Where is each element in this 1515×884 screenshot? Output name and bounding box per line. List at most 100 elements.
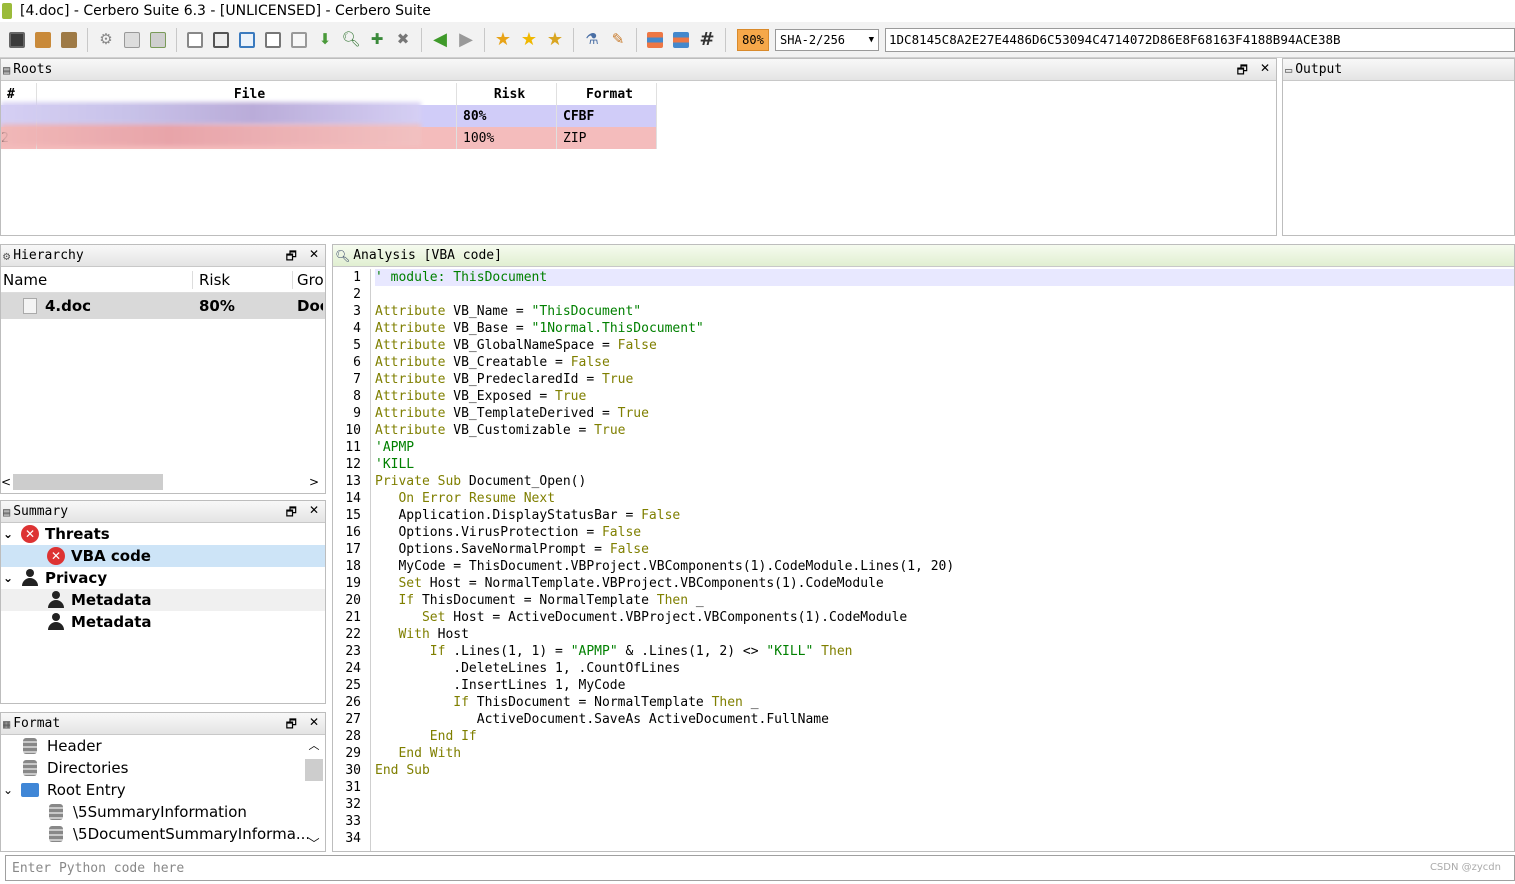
line-number: 13 bbox=[345, 474, 361, 489]
output-panel-header: ▭ Output bbox=[1283, 59, 1514, 81]
line-number: 22 bbox=[345, 627, 361, 642]
format-item-document-summary-information[interactable]: \5DocumentSummaryInforma... bbox=[1, 823, 325, 845]
hierarchy-item-name: 4.doc bbox=[45, 297, 92, 315]
undock-icon[interactable]: 🗗 bbox=[286, 503, 297, 524]
line-number: 27 bbox=[345, 712, 361, 727]
line-number: 15 bbox=[345, 508, 361, 523]
summary-item-metadata[interactable]: Metadata bbox=[1, 611, 325, 633]
horizontal-scrollbar[interactable]: < > bbox=[1, 473, 323, 491]
color-bars-alt-icon[interactable] bbox=[670, 29, 692, 51]
line-number: 34 bbox=[345, 831, 361, 846]
back-arrow-icon[interactable]: ◀ bbox=[429, 29, 451, 51]
document-add-icon[interactable] bbox=[147, 29, 169, 51]
line-number: 28 bbox=[345, 729, 361, 744]
save-icon[interactable] bbox=[6, 29, 28, 51]
scrollbar-thumb[interactable] bbox=[13, 474, 163, 490]
hash-value-field[interactable]: 1DC8145C8A2E27E4486D6C53094C4714072D86E8… bbox=[885, 27, 1515, 52]
close-icon[interactable]: ✕ bbox=[309, 503, 319, 524]
summary-item-privacy[interactable]: ⌄ Privacy bbox=[1, 567, 325, 589]
format-item-label: Directories bbox=[47, 759, 129, 777]
color-bars-icon[interactable] bbox=[644, 29, 666, 51]
document-icon[interactable] bbox=[121, 29, 143, 51]
star-list-icon[interactable]: ★ bbox=[544, 29, 566, 51]
line-number: 3 bbox=[353, 304, 361, 319]
collapse-chevron-icon[interactable]: ⌄ bbox=[1, 571, 21, 585]
user-icon bbox=[47, 591, 65, 609]
vertical-scrollbar[interactable]: ︿ ﹀ bbox=[305, 737, 323, 851]
close-icon[interactable]: ✕ bbox=[309, 247, 319, 268]
summary-icon: ▤ bbox=[3, 504, 11, 519]
summary-item-label: Metadata bbox=[71, 591, 152, 609]
frame-alt-icon[interactable] bbox=[288, 29, 310, 51]
download-icon[interactable]: ⬇ bbox=[314, 29, 336, 51]
format-item-summary-information[interactable]: \5SummaryInformation bbox=[1, 801, 325, 823]
code-line: End If bbox=[429, 729, 477, 744]
close-icon[interactable]: ✕ bbox=[1260, 61, 1270, 82]
toolbar-separator bbox=[87, 27, 88, 52]
hash-algorithm-select[interactable]: SHA-2/256 ▼ bbox=[775, 28, 879, 51]
column-header-group[interactable]: Gro bbox=[293, 271, 323, 289]
window-save-icon[interactable] bbox=[210, 29, 232, 51]
python-input[interactable]: Enter Python code here bbox=[5, 855, 1515, 881]
filter-icon[interactable]: ⚗ bbox=[581, 29, 603, 51]
scrollbar-thumb[interactable] bbox=[305, 759, 323, 781]
line-number: 10 bbox=[345, 423, 361, 438]
undock-icon[interactable]: 🗗 bbox=[1237, 61, 1248, 82]
code-line: Attribute VB_Creatable = False bbox=[375, 355, 610, 370]
window-refresh-icon[interactable] bbox=[236, 29, 258, 51]
open-file-icon[interactable] bbox=[32, 29, 54, 51]
error-icon: ✕ bbox=[47, 547, 65, 565]
format-item-root-entry[interactable]: ⌄ Root Entry bbox=[1, 779, 325, 801]
risk-indicator: 80% bbox=[737, 28, 769, 51]
redacted-filename bbox=[1, 124, 421, 146]
forward-arrow-icon[interactable]: ▶ bbox=[455, 29, 477, 51]
column-header-risk[interactable]: Risk bbox=[457, 83, 557, 105]
collapse-chevron-icon[interactable]: ⌄ bbox=[1, 527, 21, 541]
collapse-chevron-icon[interactable]: ⌄ bbox=[1, 783, 21, 797]
close-icon[interactable]: ✕ bbox=[309, 715, 319, 736]
row-risk: 80% bbox=[457, 105, 557, 127]
edit-icon[interactable]: ✎ bbox=[607, 29, 629, 51]
scroll-right-icon[interactable]: > bbox=[309, 475, 319, 489]
settings-icon[interactable]: ⚙ bbox=[95, 29, 117, 51]
magnifier-icon: 🔍︎ bbox=[335, 248, 351, 263]
column-header-format[interactable]: Format bbox=[557, 83, 657, 105]
undock-icon[interactable]: 🗗 bbox=[286, 247, 297, 268]
line-number: 4 bbox=[353, 321, 361, 336]
search-icon[interactable]: 🔍︎ bbox=[340, 29, 362, 51]
format-item-header[interactable]: Header bbox=[1, 735, 325, 757]
code-line: Attribute VB_PredeclaredId = True bbox=[375, 372, 634, 387]
code-line: Options.SaveNormalPrompt = False bbox=[375, 542, 649, 557]
star-icon[interactable]: ★ bbox=[518, 29, 540, 51]
summary-item-metadata[interactable]: Metadata bbox=[1, 589, 325, 611]
bookmark-star-icon[interactable]: ★ bbox=[492, 29, 514, 51]
code-editor[interactable]: 1 2 3 4 5 6 7 8 9 10 11 12 13 14 15 16 17 18 19 20 21 22 23 24 2… bbox=[333, 269, 1514, 851]
frame-icon[interactable] bbox=[262, 29, 284, 51]
hierarchy-row[interactable]: 4.doc 80% Doc bbox=[1, 293, 325, 319]
output-title: Output bbox=[1295, 62, 1343, 77]
summary-item-threats[interactable]: ⌄ ✕ Threats bbox=[1, 523, 325, 545]
code-line: If ThisDocument = NormalTemplate Then _ bbox=[453, 695, 759, 710]
code-line: MyCode = ThisDocument.VBProject.VBCompon… bbox=[375, 559, 955, 574]
hierarchy-title: Hierarchy bbox=[13, 248, 84, 263]
line-number: 8 bbox=[353, 389, 361, 404]
column-header-name[interactable]: Name bbox=[1, 270, 193, 289]
code-line: If ThisDocument = NormalTemplate Then _ bbox=[398, 593, 704, 608]
format-item-directories[interactable]: Directories bbox=[1, 757, 325, 779]
scroll-left-icon[interactable]: < bbox=[1, 475, 11, 489]
undock-icon[interactable]: 🗗 bbox=[286, 715, 297, 736]
summary-title: Summary bbox=[13, 504, 69, 519]
remove-icon[interactable]: ✖ bbox=[392, 29, 414, 51]
summary-item-vba-code[interactable]: ✕ VBA code bbox=[1, 545, 325, 567]
code-line: End With bbox=[398, 746, 462, 761]
add-icon[interactable]: ✚ bbox=[366, 29, 388, 51]
open-project-icon[interactable] bbox=[58, 29, 80, 51]
column-header-risk[interactable]: Risk bbox=[193, 270, 293, 289]
scroll-up-icon[interactable]: ︿ bbox=[305, 737, 323, 753]
hash-icon[interactable]: # bbox=[696, 29, 718, 51]
output-icon: ▭ bbox=[1285, 62, 1293, 77]
format-item-label: \5DocumentSummaryInforma... bbox=[73, 825, 311, 843]
scroll-down-icon[interactable]: ﹀ bbox=[305, 835, 323, 851]
window-icon[interactable] bbox=[184, 29, 206, 51]
